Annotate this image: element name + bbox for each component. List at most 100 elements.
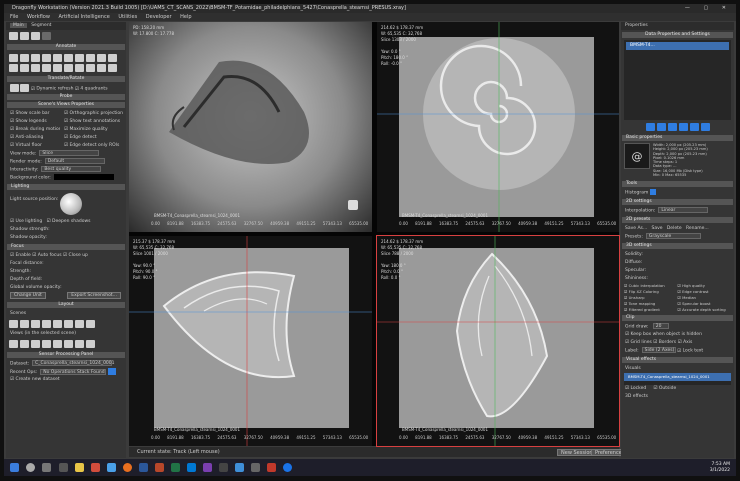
histogram-icon[interactable]	[649, 189, 656, 195]
scene-layout-button[interactable]	[42, 320, 51, 328]
data-props-header[interactable]: Data Properties and Settings	[622, 32, 733, 38]
taskbar-clock[interactable]: 7:53 AM 3/1/2022	[710, 462, 730, 474]
annotate-tool-button[interactable]	[31, 64, 40, 72]
annotate-tool-button[interactable]	[75, 64, 84, 72]
outlook-icon[interactable]	[187, 463, 196, 472]
save-as-button[interactable]: Save As...	[625, 226, 647, 231]
scene-layout-button[interactable]	[53, 320, 62, 328]
export-screenshot-button[interactable]: Export Screenshot...	[67, 292, 121, 299]
solidity-slider[interactable]: Solidity:	[621, 251, 734, 259]
break-motion-checkbox[interactable]: Break during motion	[6, 126, 60, 134]
quadrants-checkbox[interactable]: 4 quadrants	[75, 87, 108, 92]
annotate-tool-button[interactable]	[75, 54, 84, 62]
annotate-tool-button[interactable]	[97, 54, 106, 62]
tool-button[interactable]	[9, 32, 18, 40]
annotate-tool-button[interactable]	[53, 64, 62, 72]
browser-icon[interactable]	[107, 463, 116, 472]
layout-header[interactable]: Layout	[7, 302, 125, 308]
annotate-tool-button[interactable]	[64, 54, 73, 62]
data-tool-button[interactable]	[700, 123, 710, 131]
annotate-tool-button[interactable]	[64, 64, 73, 72]
delete-button[interactable]: Delete	[667, 226, 682, 231]
onenote-icon[interactable]	[203, 463, 212, 472]
annotate-tool-button[interactable]	[42, 54, 51, 62]
settings-3d-header[interactable]: 3D settings	[622, 243, 733, 249]
data-tool-button[interactable]	[667, 123, 677, 131]
view-layout-button[interactable]	[86, 340, 95, 348]
maximize-button[interactable]: ▢	[703, 5, 714, 11]
basic-props-header[interactable]: Basic properties	[622, 135, 733, 141]
light-source-sphere[interactable]	[60, 193, 82, 215]
view-layout-button[interactable]	[75, 340, 84, 348]
grid-lines-checkbox[interactable]: Grid lines	[625, 340, 652, 345]
change-unit-button[interactable]: Change Unit	[10, 292, 46, 299]
specular-slider[interactable]: Specular:	[621, 267, 734, 275]
annotate-tool-button[interactable]	[86, 54, 95, 62]
scene-props-header[interactable]: Scene's Views Properties	[7, 102, 125, 108]
deepen-shadows-checkbox[interactable]: Deepen shadows	[47, 219, 91, 224]
anti-aliasing-checkbox[interactable]: Anti-aliasing	[6, 134, 60, 142]
interactivity-select[interactable]: Best quality	[41, 166, 102, 172]
show-scale-bar-checkbox[interactable]: Show scale bar	[6, 110, 60, 118]
view-3d[interactable]: PD: 158.20 mm W: 17.800 C: 17.778 BMSM-T…	[129, 22, 372, 232]
maximize-quality-checkbox[interactable]: Maximize quality	[60, 126, 126, 134]
annotate-header[interactable]: Annotate	[7, 44, 125, 50]
borders-checkbox[interactable]: Borders	[653, 340, 676, 345]
file-explorer-icon[interactable]	[75, 463, 84, 472]
close-up-checkbox[interactable]: Close up	[63, 253, 88, 258]
save-button[interactable]: Save	[652, 226, 663, 231]
pdf-icon[interactable]	[267, 463, 276, 472]
scene-layout-button[interactable]	[75, 320, 84, 328]
dynamic-refresh-checkbox[interactable]: Dynamic refresh	[31, 87, 74, 92]
excel-icon[interactable]	[171, 463, 180, 472]
menu-ai[interactable]: Artificial Intelligence	[59, 14, 110, 20]
annotate-tool-button[interactable]	[20, 54, 29, 62]
data-tool-button[interactable]	[656, 123, 666, 131]
view-slice-left[interactable]: 215.37 $ 178.37 mm W: 65,535 C: 32,768 S…	[129, 236, 372, 446]
view-mode-select[interactable]: Slice	[39, 150, 100, 156]
widgets-icon[interactable]	[59, 463, 68, 472]
windows-start-icon[interactable]	[10, 463, 19, 472]
virtual-floor-checkbox[interactable]: Virtual floor	[6, 142, 60, 150]
tab-segment[interactable]: Segment	[28, 23, 54, 28]
recent-ops-select[interactable]: No Operations Stack Found	[40, 368, 107, 375]
scene-layout-button[interactable]	[31, 320, 40, 328]
view-icon[interactable]	[348, 200, 358, 210]
tool-button[interactable]	[20, 32, 29, 40]
outside-checkbox[interactable]: Outside	[653, 386, 676, 391]
view-layout-button[interactable]	[42, 340, 51, 348]
axis-checkbox[interactable]: Axis	[678, 340, 693, 345]
settings-2d-header[interactable]: 2D settings	[622, 199, 733, 205]
menu-developer[interactable]: Developer	[146, 14, 172, 20]
use-lighting-checkbox[interactable]: Use lighting	[10, 219, 42, 224]
depth-sorting-checkbox[interactable]: Accurate depth sorting	[678, 307, 732, 313]
data-tool-button[interactable]	[689, 123, 699, 131]
label-select[interactable]: Side (2 Axes)	[641, 347, 676, 353]
annotate-tool-button[interactable]	[108, 54, 117, 62]
locked-checkbox[interactable]: Locked	[625, 386, 646, 391]
rename-button[interactable]: Rename...	[686, 226, 709, 231]
app-icon[interactable]	[219, 463, 228, 472]
annotate-tool-button[interactable]	[97, 64, 106, 72]
annotate-tool-button[interactable]	[108, 64, 117, 72]
refresh-icon[interactable]	[108, 368, 117, 375]
auto-focus-checkbox[interactable]: Auto focus	[32, 253, 61, 258]
annotate-tool-button[interactable]	[86, 64, 95, 72]
view-slice-right[interactable]: 214.62 $ 178.37 mm W: 65,535 C: 32,768 S…	[376, 235, 620, 447]
scene-layout-button[interactable]	[64, 320, 73, 328]
chrome-icon[interactable]	[283, 463, 292, 472]
app-icon[interactable]	[251, 463, 260, 472]
filtered-gradient-checkbox[interactable]: Filtered gradient	[624, 307, 678, 313]
menu-workflow[interactable]: Workflow	[27, 14, 50, 20]
edge-detect-rois-checkbox[interactable]: Edge detect only ROIs	[60, 142, 126, 150]
app-icon[interactable]	[91, 463, 100, 472]
rotate-button[interactable]	[20, 84, 30, 92]
interpolation-select[interactable]: Linear	[658, 207, 709, 213]
search-icon[interactable]	[26, 463, 35, 472]
annotate-tool-button[interactable]	[31, 54, 40, 62]
enable-checkbox[interactable]: Enable	[10, 253, 31, 258]
annotate-tool-button[interactable]	[9, 54, 18, 62]
tools-header[interactable]: Tools	[622, 181, 733, 187]
tool-button[interactable]	[31, 32, 40, 40]
edge-detect-checkbox[interactable]: Edge detect	[60, 134, 126, 142]
